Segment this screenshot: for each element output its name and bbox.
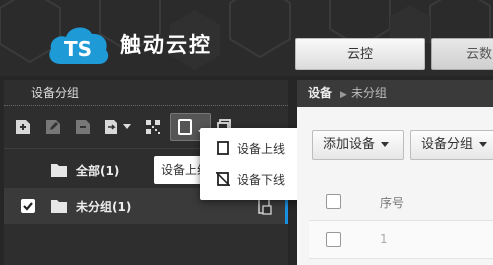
app-title: 触动云控 <box>120 33 212 57</box>
tab-cloud-control[interactable]: 云控 <box>295 38 425 70</box>
menu-item-label: 设备上线 <box>237 142 286 156</box>
folder-icon <box>51 199 67 216</box>
device-status-dropdown: 设备上线 设备下线 <box>200 128 310 200</box>
breadcrumb-separator: ▶ <box>340 90 347 100</box>
panel-title: 设备分组 <box>4 80 288 106</box>
table-header-row: 序号 <box>309 183 493 221</box>
qrcode-icon[interactable] <box>144 118 162 136</box>
device-offline-icon <box>215 171 231 187</box>
group-device-icon[interactable] <box>258 197 272 218</box>
add-device-button[interactable]: 添加设备 <box>312 130 404 160</box>
select-all-checkbox[interactable] <box>326 194 341 209</box>
tree-item-label: 未分组(1) <box>76 200 132 214</box>
table-row[interactable]: 1 <box>309 221 493 259</box>
device-list-panel: 设备 ▶ 未分组 添加设备 设备分组 序号 1 <box>297 80 493 265</box>
logo-cloud-icon: TS <box>49 27 109 64</box>
row-index: 1 <box>380 232 388 246</box>
export-icon[interactable] <box>104 118 122 136</box>
button-label: 添加设备 <box>323 137 376 152</box>
device-group-button[interactable]: 设备分组 <box>410 130 493 160</box>
logo-badge: TS <box>64 37 92 61</box>
app-header: TS 触动云控 云控 云数 <box>0 0 493 76</box>
device-select-icon <box>178 119 192 138</box>
tree-item-label: 全部(1) <box>76 164 120 178</box>
tab-cloud-data[interactable]: 云数 <box>431 38 493 70</box>
breadcrumb-current: 未分组 <box>350 86 387 100</box>
chevron-down-icon[interactable] <box>122 118 132 136</box>
caret-down-icon <box>381 142 390 147</box>
menu-item-device-online[interactable]: 设备上线 <box>200 133 310 163</box>
checkbox-checked[interactable] <box>21 199 35 213</box>
edit-icon[interactable] <box>44 118 62 136</box>
button-label: 设备分组 <box>421 137 474 152</box>
breadcrumb-root[interactable]: 设备 <box>308 86 332 100</box>
add-icon[interactable] <box>14 118 32 136</box>
row-checkbox[interactable] <box>326 232 341 247</box>
remove-icon[interactable] <box>74 118 92 136</box>
menu-item-device-offline[interactable]: 设备下线 <box>200 164 310 194</box>
column-header-index: 序号 <box>380 196 405 210</box>
menu-item-label: 设备下线 <box>237 173 286 187</box>
caret-down-icon <box>479 142 488 147</box>
breadcrumb: 设备 ▶ 未分组 <box>297 80 493 107</box>
folder-icon <box>51 163 67 180</box>
device-online-icon <box>216 141 230 155</box>
